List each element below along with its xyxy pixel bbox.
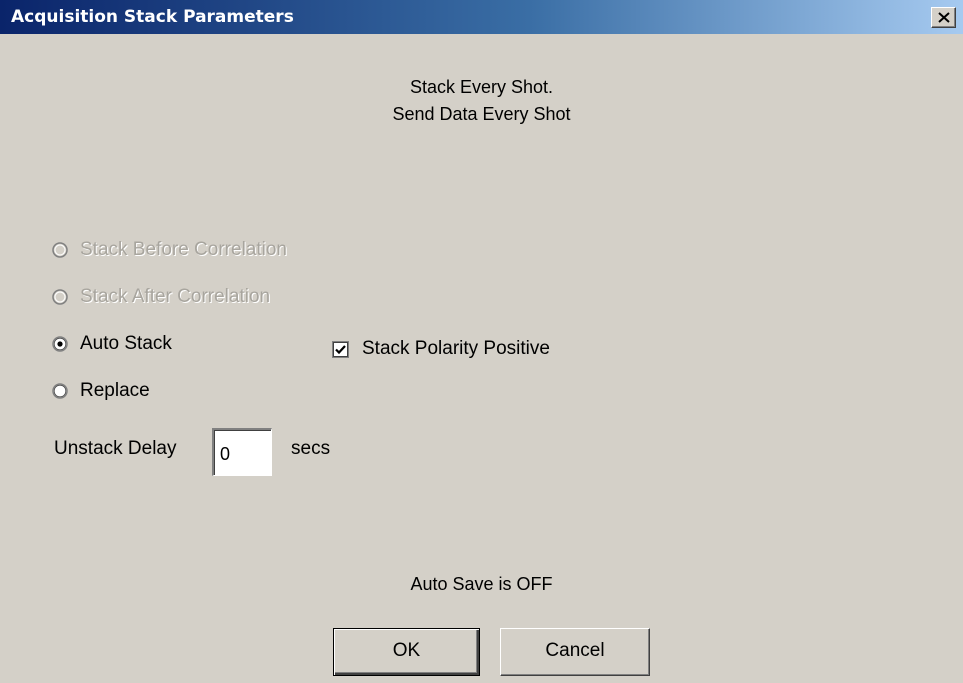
auto-save-status: Auto Save is OFF xyxy=(410,574,553,594)
radio-selected-icon xyxy=(52,336,68,352)
radio-stack-after-correlation[interactable]: Stack After Correlation xyxy=(52,284,270,310)
radio-replace[interactable]: Replace xyxy=(52,378,150,404)
info-line-1: Stack Every Shot. xyxy=(409,77,554,97)
unstack-delay-unit: secs xyxy=(291,438,331,459)
checkbox-label: Stack Polarity Positive xyxy=(362,338,550,359)
close-icon xyxy=(938,12,950,23)
window-title: Acquisition Stack Parameters xyxy=(11,7,294,27)
radio-button-icon xyxy=(52,289,68,305)
info-line-2: Send Data Every Shot xyxy=(392,104,571,124)
radio-button-icon xyxy=(52,383,68,399)
radio-label: Stack After Correlation xyxy=(80,286,271,307)
radio-stack-before-correlation[interactable]: Stack Before Correlation xyxy=(52,237,287,263)
stack-polarity-checkbox[interactable]: Stack Polarity Positive xyxy=(332,336,550,362)
cancel-button[interactable]: Cancel xyxy=(500,628,650,676)
dialog-window: Acquisition Stack Parameters Stack Every… xyxy=(0,0,963,683)
radio-button-icon xyxy=(52,242,68,258)
checkbox-checked-icon xyxy=(332,340,349,358)
unstack-delay-label: Unstack Delay xyxy=(54,438,177,459)
unstack-delay-input[interactable] xyxy=(212,428,272,476)
radio-label: Replace xyxy=(80,380,150,401)
radio-auto-stack[interactable]: Auto Stack xyxy=(52,331,172,357)
ok-button[interactable]: OK xyxy=(333,628,480,676)
close-button[interactable] xyxy=(931,7,956,28)
radio-label: Stack Before Correlation xyxy=(80,239,287,260)
title-bar[interactable]: Acquisition Stack Parameters xyxy=(0,0,963,34)
radio-label: Auto Stack xyxy=(80,333,172,354)
